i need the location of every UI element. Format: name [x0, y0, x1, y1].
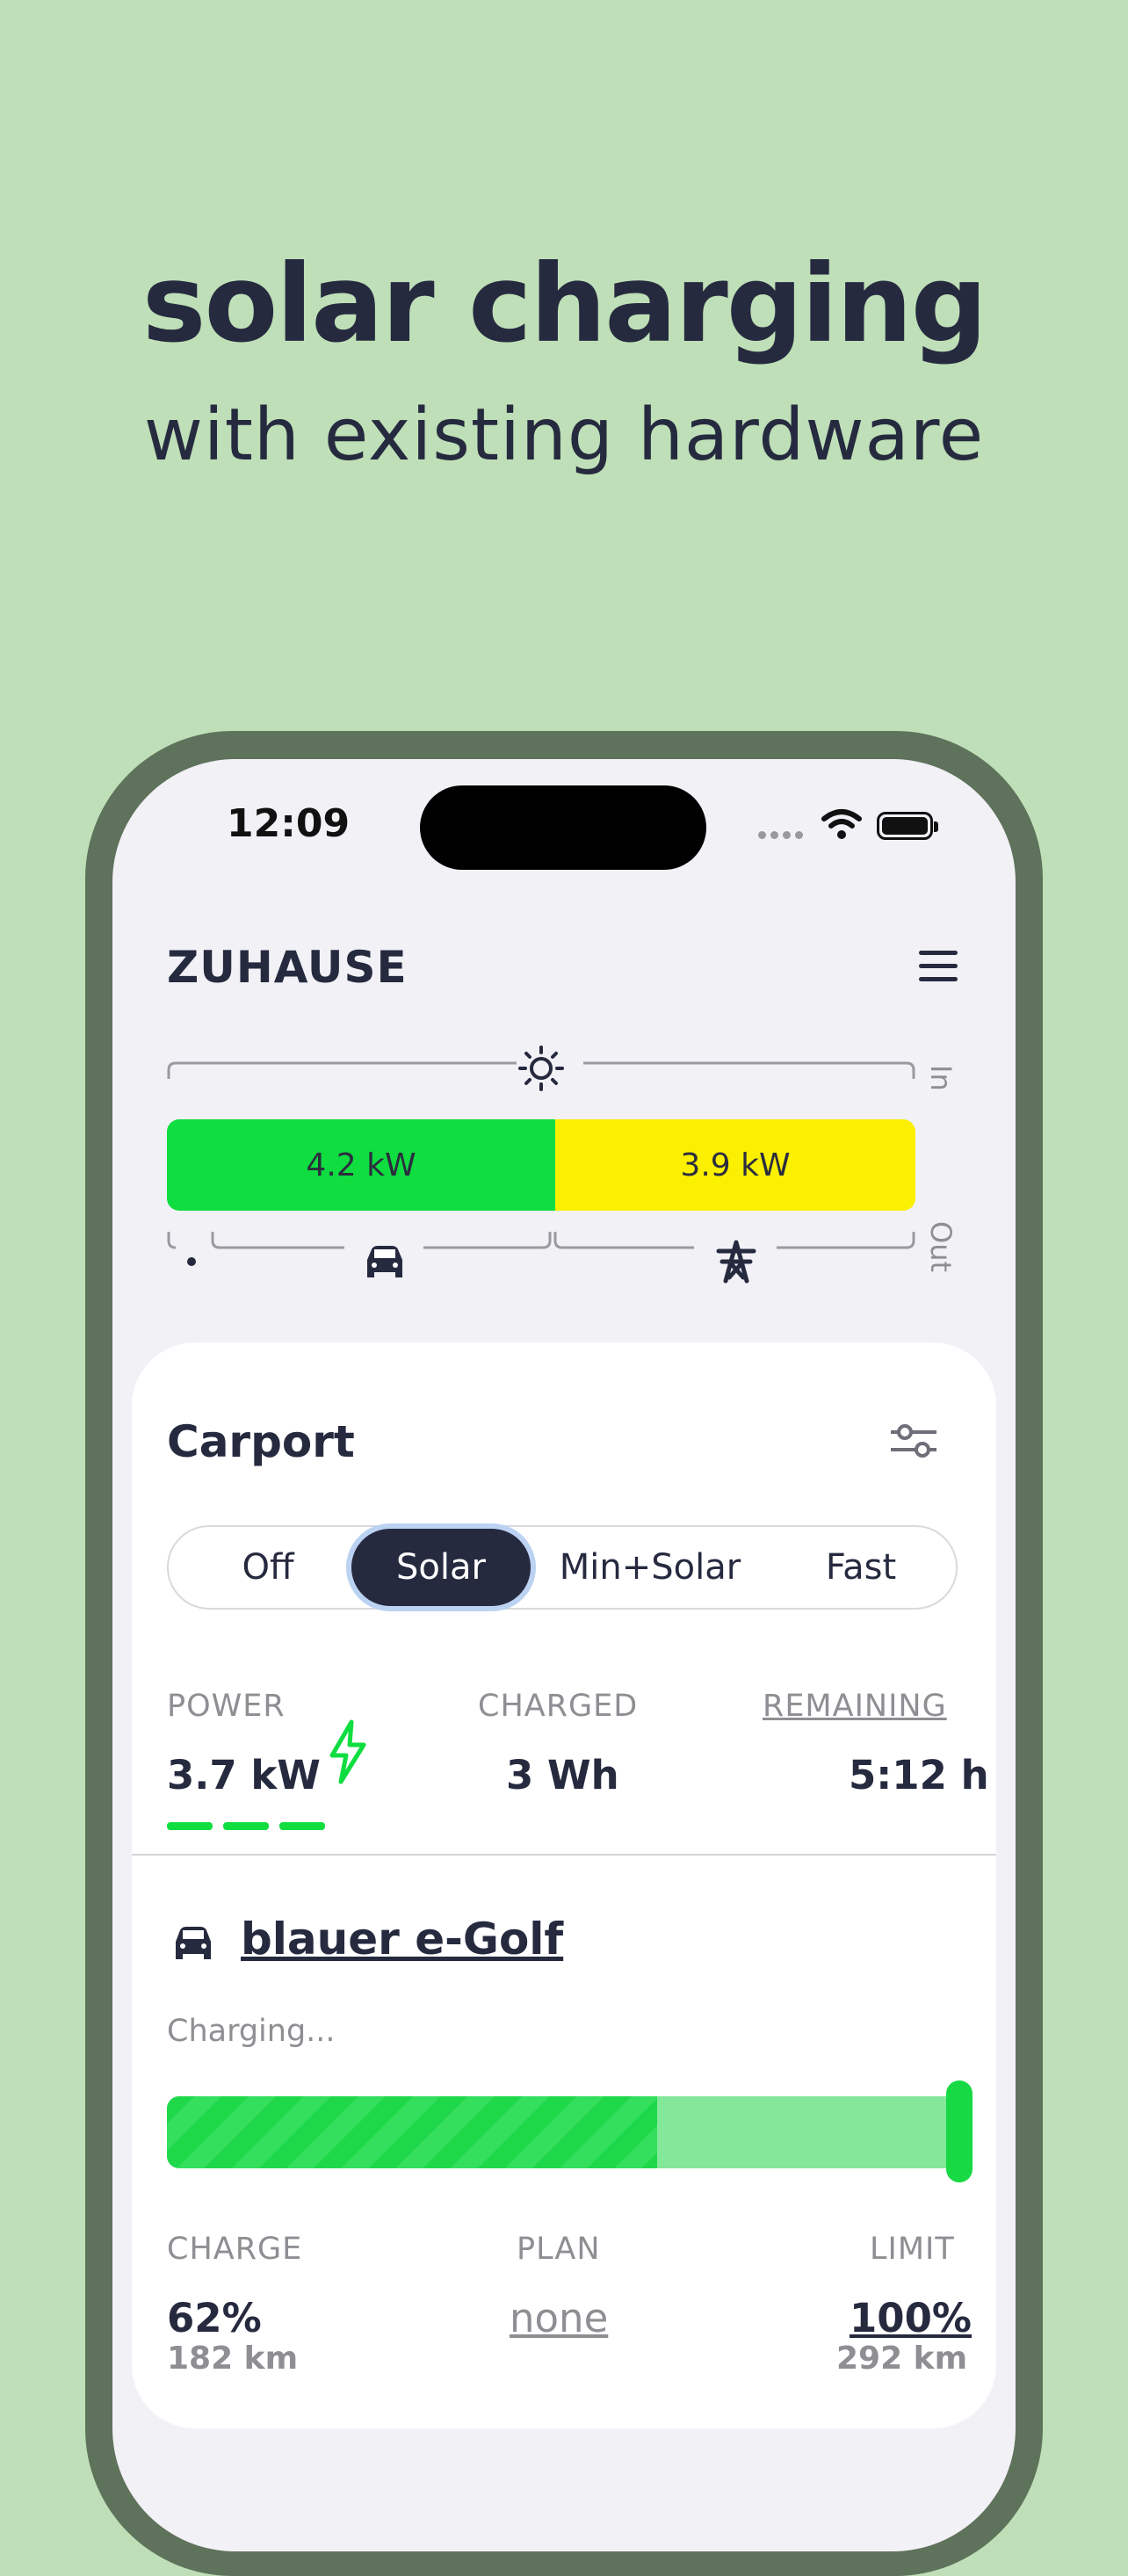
lightning-icon — [329, 1719, 366, 1784]
mode-solar-button[interactable]: Solar — [351, 1529, 531, 1606]
status-time: 12:09 — [227, 801, 351, 846]
vehicle-status: Charging... — [167, 2014, 336, 2049]
wifi-icon — [821, 809, 862, 839]
plan-label: PLAN — [517, 2232, 601, 2267]
remaining-value: 5:12 h — [849, 1752, 989, 1798]
menu-icon[interactable] — [919, 951, 958, 982]
headline-title: solar charging — [141, 242, 987, 366]
headline-subtitle: with existing hardware — [143, 394, 985, 477]
sun-icon — [518, 1046, 564, 1091]
soc-progress-bar — [167, 2096, 958, 2168]
mode-fast-button[interactable]: Fast — [791, 1529, 931, 1606]
site-title: ZUHAUSE — [167, 942, 408, 993]
vehicle-name-link[interactable]: blauer e-Golf — [241, 1914, 563, 1965]
signal-icon — [758, 826, 807, 843]
mode-off-button[interactable]: Off — [202, 1529, 334, 1606]
plan-link[interactable]: none — [510, 2295, 608, 2341]
car-icon — [367, 1246, 402, 1277]
limit-label: LIMIT — [870, 2232, 955, 2267]
charge-range: 182 km — [167, 2341, 299, 2377]
solar-power-bar: 4.2 kW — [167, 1119, 555, 1211]
power-label: POWER — [167, 1689, 286, 1724]
divider — [132, 1854, 996, 1856]
grid-power-bar: 3.9 kW — [555, 1119, 915, 1211]
power-value: 3.7 kW — [167, 1752, 321, 1798]
soc-progress-fill — [167, 2096, 657, 2168]
loadpoint-title: Carport — [167, 1416, 355, 1467]
charged-value: 3 Wh — [506, 1752, 619, 1798]
battery-icon — [877, 812, 938, 840]
limit-slider-handle[interactable] — [946, 2080, 973, 2182]
remaining-toggle[interactable]: REMAINING — [763, 1689, 947, 1724]
charged-label: CHARGED — [478, 1689, 639, 1724]
car-icon — [176, 1927, 211, 1959]
limit-link[interactable]: 100% — [850, 2295, 972, 2341]
charging-indicator — [167, 1817, 336, 1834]
settings-sliders-icon[interactable] — [887, 1422, 940, 1460]
limit-range: 292 km — [836, 2341, 968, 2377]
charge-label: CHARGE — [167, 2232, 303, 2267]
power-tower-icon — [716, 1240, 756, 1284]
out-label: Out — [924, 1221, 958, 1273]
in-label: In — [924, 1065, 958, 1091]
mode-minsolar-button[interactable]: Min+Solar — [546, 1529, 754, 1606]
dynamic-island — [420, 785, 706, 870]
charge-value: 62% — [167, 2295, 262, 2341]
